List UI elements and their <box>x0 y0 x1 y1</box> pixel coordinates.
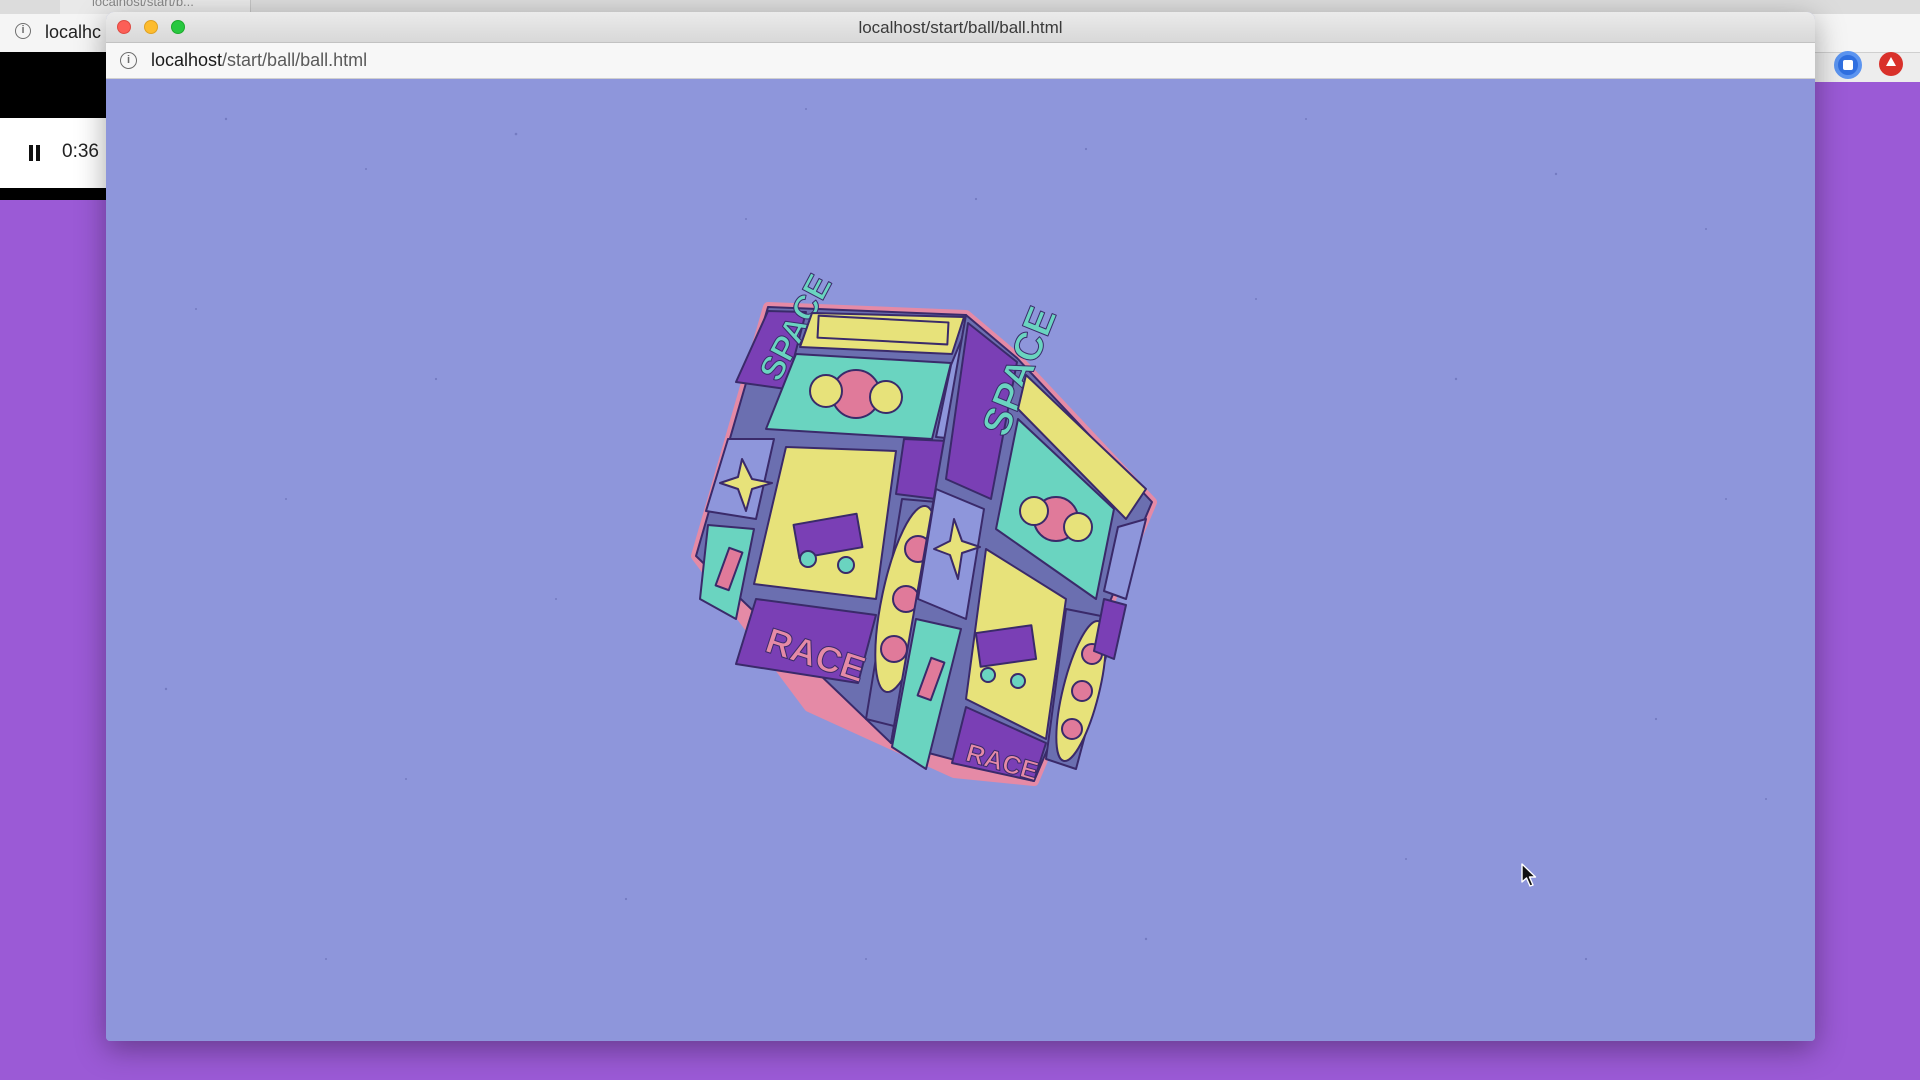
background-tab-label: localhost/start/b... <box>92 0 194 9</box>
url-host: localhost <box>151 50 223 70</box>
title-bar[interactable]: localhost/start/ball/ball.html <box>106 12 1815 43</box>
blue-extension-icon[interactable] <box>1834 51 1862 79</box>
address-bar[interactable]: i localhost/start/ball/ball.html <box>106 43 1815 79</box>
browser-window: localhost/start/ball/ball.html i localho… <box>106 12 1815 1041</box>
media-time: 0:36 <box>62 141 99 162</box>
pause-icon[interactable] <box>28 145 42 161</box>
page-viewport[interactable]: SPACE RACE SPACE RACE <box>106 79 1815 1041</box>
info-icon[interactable]: i <box>120 52 137 69</box>
red-extension-icon[interactable] <box>1879 52 1903 76</box>
url-path: /start/ball/ball.html <box>222 50 368 70</box>
textured-cube[interactable]: SPACE RACE SPACE RACE <box>691 268 1157 787</box>
info-icon[interactable]: i <box>15 23 31 39</box>
mouse-cursor-icon <box>1521 863 1537 887</box>
window-title: localhost/start/ball/ball.html <box>858 18 1063 37</box>
url-field[interactable]: localhost/start/ball/ball.html <box>151 50 367 71</box>
background-url-text: localhc <box>45 22 102 42</box>
3d-scene-canvas[interactable]: SPACE RACE SPACE RACE <box>106 79 1815 1041</box>
